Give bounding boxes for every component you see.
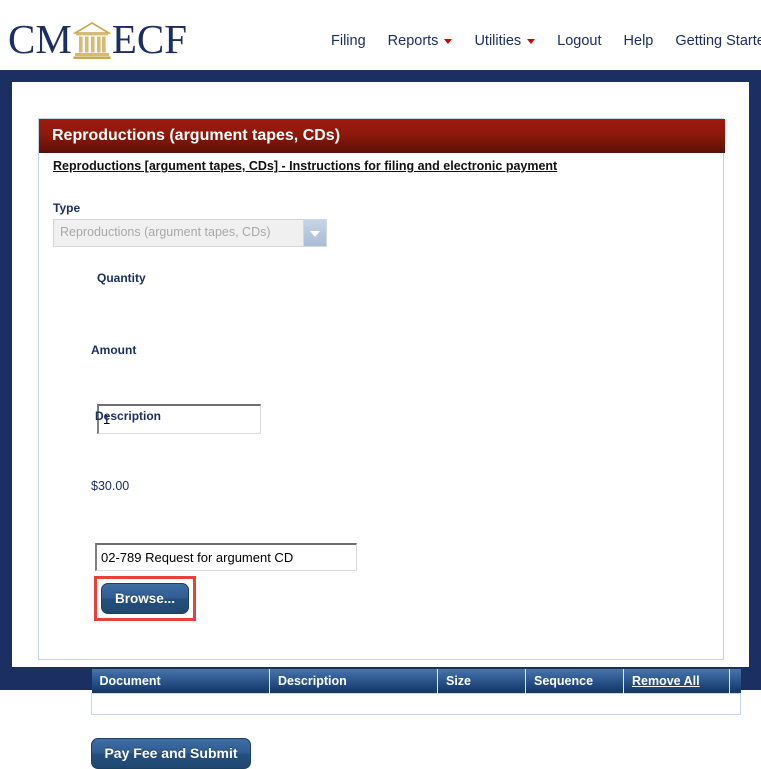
uploaded-documents-table: Document Description Size Sequence Remov… <box>91 669 741 715</box>
fee-form: Type Reproductions (argument tapes, CDs)… <box>39 119 741 769</box>
type-select[interactable]: Reproductions (argument tapes, CDs) <box>53 219 325 247</box>
description-input[interactable] <box>95 543 357 571</box>
nav-item-getting-started-label: Getting Started <box>675 33 761 49</box>
pay-fee-and-submit-button[interactable]: Pay Fee and Submit <box>91 738 251 769</box>
remove-all-link[interactable]: Remove All <box>632 674 700 688</box>
table-body <box>91 693 741 715</box>
nav-item-utilities-label: Utilities <box>474 33 522 49</box>
browse-button[interactable]: Browse... <box>101 583 189 614</box>
table-row-empty <box>91 693 741 715</box>
amount-value: $30.00 <box>91 479 130 493</box>
nav-item-reports-label: Reports <box>387 33 439 49</box>
nav-item-logout[interactable]: Logout <box>546 31 612 51</box>
logo-text-ecf: ECF <box>111 16 188 62</box>
type-select-value: Reproductions (argument tapes, CDs) <box>60 225 271 239</box>
type-label: Type <box>53 201 81 215</box>
nav-item-filing-label: Filing <box>331 33 366 49</box>
main-navigation: Filing Reports Utilities Logout Help Get… <box>320 31 761 51</box>
chevron-down-icon <box>527 38 536 44</box>
courthouse-icon <box>71 20 112 60</box>
nav-item-logout-label: Logout <box>557 33 602 49</box>
description-label: Description <box>95 409 162 423</box>
logo-text-cm: CM <box>8 16 72 62</box>
amount-label: Amount <box>91 343 137 357</box>
nav-item-reports[interactable]: Reports <box>377 31 464 51</box>
nav-item-help-label: Help <box>623 33 654 49</box>
cmecf-logo: CM ECF <box>8 19 187 60</box>
reproductions-panel: Reproductions (argument tapes, CDs) Repr… <box>38 118 741 769</box>
site-masthead: CM ECF Filing Reports Utilities Logout H… <box>0 0 761 70</box>
chevron-down-icon <box>310 231 320 237</box>
type-select-dropdown-button[interactable] <box>303 219 327 247</box>
nav-item-getting-started[interactable]: Getting Started <box>664 31 761 51</box>
nav-item-utilities[interactable]: Utilities <box>463 31 546 51</box>
nav-item-filing[interactable]: Filing <box>320 31 377 51</box>
quantity-label: Quantity <box>97 271 146 285</box>
nav-item-help[interactable]: Help <box>613 31 665 51</box>
empty-row-cell <box>91 693 741 715</box>
chevron-down-icon <box>444 38 453 44</box>
